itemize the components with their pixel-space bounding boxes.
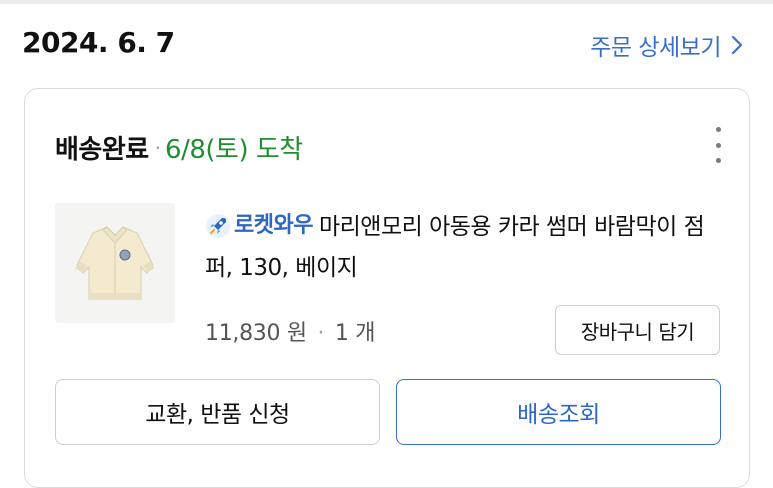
rocket-icon	[206, 213, 230, 238]
delivery-status: 배송완료	[55, 135, 149, 165]
product-info: 로켓와우 마리앤모리 아동용 카라 썸머 바람막이 점퍼, 130, 베이지	[205, 207, 725, 288]
add-to-cart-button[interactable]: 장바구니 담기	[555, 305, 720, 355]
order-card: 배송완료 · 6/8(토) 도착 로켓와우 마리앤모리 아동용 카라 썸머 바람…	[24, 88, 750, 488]
exchange-return-button[interactable]: 교환, 반품 신청	[55, 379, 380, 445]
more-vertical-icon[interactable]	[707, 127, 729, 163]
product-quantity: 1 개	[334, 321, 376, 346]
jacket-image	[55, 203, 175, 323]
product-price: 11,830 원	[205, 321, 307, 346]
order-detail-link[interactable]: 주문 상세보기	[590, 28, 743, 62]
top-divider	[0, 0, 773, 4]
chevron-right-icon	[731, 35, 743, 55]
price-quantity: 11,830 원 · 1 개	[205, 315, 376, 347]
track-delivery-button[interactable]: 배송조회	[396, 379, 721, 445]
product-image[interactable]	[55, 203, 175, 323]
product-title-block[interactable]: 로켓와우 마리앤모리 아동용 카라 썸머 바람막이 점퍼, 130, 베이지	[205, 207, 725, 288]
rocket-wow-label: 로켓와우	[234, 212, 313, 238]
separator-dot: ·	[154, 135, 162, 160]
rocket-wow-badge: 로켓와우	[205, 206, 313, 246]
separator-dot: ·	[317, 321, 325, 346]
order-date: 2024. 6. 7	[22, 26, 175, 59]
arrival-date: 6/8(토) 도착	[165, 135, 303, 165]
delivery-status-line: 배송완료 · 6/8(토) 도착	[55, 129, 303, 166]
order-detail-label: 주문 상세보기	[590, 35, 721, 61]
